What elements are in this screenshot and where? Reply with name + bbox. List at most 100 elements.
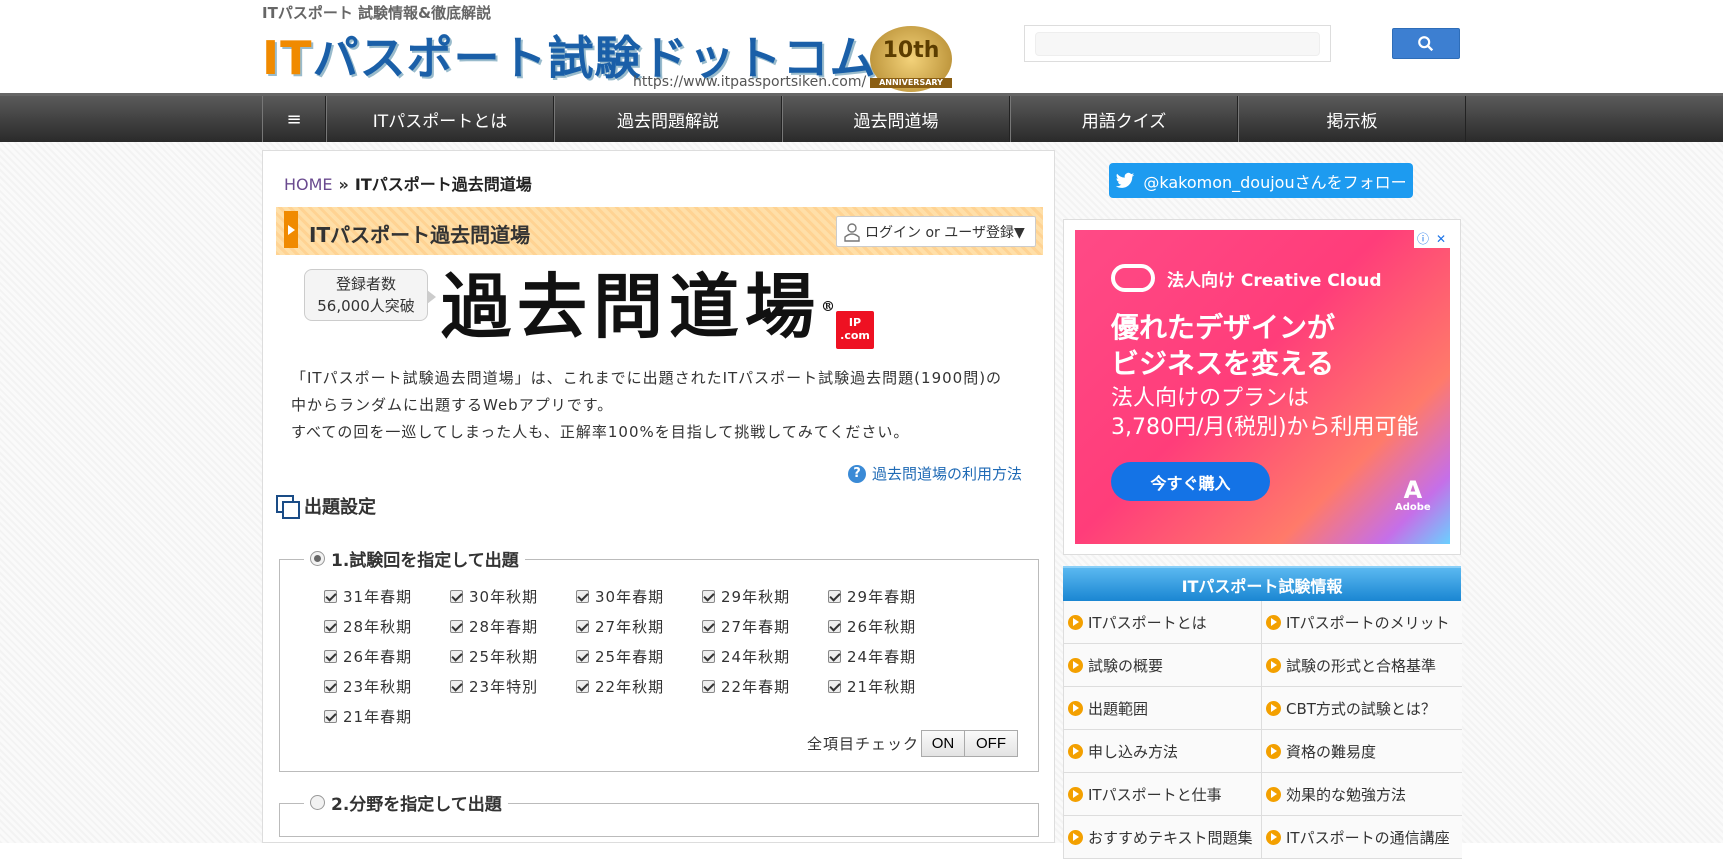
session-checkbox[interactable]: 23年秋期	[324, 676, 450, 697]
checkbox-checked[interactable]	[576, 680, 589, 693]
session-checkbox[interactable]: 27年春期	[702, 616, 828, 637]
arrow-circle-icon	[1068, 786, 1083, 802]
checkbox-checked[interactable]	[576, 650, 589, 663]
field-mode-option[interactable]: 2.分野を指定して出題	[304, 790, 508, 815]
session-label: 30年春期	[595, 588, 665, 606]
ad-buy-button[interactable]: 今すぐ購入	[1111, 462, 1270, 501]
checkbox-checked[interactable]	[324, 620, 337, 633]
check-all-on-button[interactable]: ON	[921, 730, 966, 757]
info-link[interactable]: ITパスポートと仕事	[1064, 773, 1262, 816]
info-link[interactable]: 効果的な勉強方法	[1262, 773, 1462, 816]
checkbox-checked[interactable]	[450, 650, 463, 663]
session-checkbox[interactable]: 23年特別	[450, 676, 576, 697]
search-button[interactable]	[1392, 28, 1460, 59]
session-checkbox[interactable]: 24年春期	[828, 646, 954, 667]
checkbox-checked[interactable]	[828, 650, 841, 663]
info-link[interactable]: 資格の難易度	[1262, 730, 1462, 773]
checkbox-checked[interactable]	[324, 680, 337, 693]
checkbox-checked[interactable]	[828, 680, 841, 693]
checkbox-checked[interactable]	[702, 620, 715, 633]
checkbox-checked[interactable]	[828, 620, 841, 633]
session-checkbox[interactable]: 22年春期	[702, 676, 828, 697]
session-checkbox[interactable]: 25年秋期	[450, 646, 576, 667]
arrow-circle-icon	[1266, 614, 1281, 630]
ad-close-icon[interactable]: ✕	[1432, 230, 1450, 248]
info-link[interactable]: おすすめテキスト問題集	[1064, 816, 1262, 859]
twitter-follow-button[interactable]: @kakomon_doujouさんをフォロー	[1109, 163, 1413, 198]
checkbox-checked[interactable]	[702, 680, 715, 693]
nav-item-board[interactable]: 掲示板	[1238, 96, 1466, 142]
session-checkbox[interactable]: 21年秋期	[828, 676, 954, 697]
ad-info-icon[interactable]: ⓘ	[1414, 230, 1432, 248]
session-checkbox[interactable]: 30年春期	[576, 586, 702, 607]
checkbox-checked[interactable]	[576, 620, 589, 633]
info-link-label: 試験の形式と合格基準	[1286, 656, 1437, 675]
howto-link[interactable]: ? 過去問道場の利用方法	[848, 463, 1022, 484]
field-mode-radio[interactable]	[310, 795, 325, 810]
adobe-a-icon: A	[1403, 476, 1423, 504]
checkbox-checked[interactable]	[450, 590, 463, 603]
session-checkbox[interactable]: 22年秋期	[576, 676, 702, 697]
menu-icon[interactable]: ≡	[262, 96, 326, 142]
session-checkbox[interactable]: 31年春期	[324, 586, 450, 607]
breadcrumb-separator: »	[338, 175, 349, 194]
session-checkbox[interactable]: 25年春期	[576, 646, 702, 667]
breadcrumb-home[interactable]: HOME	[284, 175, 333, 194]
nav-item-quiz[interactable]: 用語クイズ	[1010, 96, 1238, 142]
checkbox-checked[interactable]	[576, 590, 589, 603]
checkbox-checked[interactable]	[702, 650, 715, 663]
info-link-grid: ITパスポートとは ITパスポートのメリット 試験の概要 試験の形式と合格基準 …	[1063, 601, 1462, 859]
session-checkbox[interactable]: 21年春期	[324, 706, 450, 727]
info-link[interactable]: ITパスポートの通信講座	[1262, 816, 1462, 859]
session-checkbox[interactable]: 26年秋期	[828, 616, 954, 637]
session-checkbox[interactable]: 30年秋期	[450, 586, 576, 607]
search-icon	[1418, 35, 1434, 51]
session-checkbox[interactable]: 24年秋期	[702, 646, 828, 667]
arrow-circle-icon	[1266, 657, 1281, 673]
session-checkbox[interactable]: 28年秋期	[324, 616, 450, 637]
checkbox-checked[interactable]	[828, 590, 841, 603]
checkbox-checked[interactable]	[450, 680, 463, 693]
search-input[interactable]	[1035, 32, 1320, 56]
info-link[interactable]: 申し込み方法	[1064, 730, 1262, 773]
session-checkbox[interactable]: 29年春期	[828, 586, 954, 607]
checkbox-checked[interactable]	[324, 650, 337, 663]
nav-item-dojo[interactable]: 過去問道場	[782, 96, 1010, 142]
session-mode-radio[interactable]	[310, 551, 325, 566]
session-checkbox[interactable]: 28年春期	[450, 616, 576, 637]
login-button[interactable]: ログイン or ユーザ登録▼	[836, 216, 1036, 247]
session-checkbox[interactable]: 26年春期	[324, 646, 450, 667]
nav-bar: ≡ ITパスポートとは 過去問題解説 過去問道場 用語クイズ 掲示板	[0, 96, 1723, 142]
session-label: 26年秋期	[847, 618, 917, 636]
session-mode-option[interactable]: 1.試験回を指定して出題	[304, 546, 525, 571]
stamp-text-2: .com	[840, 329, 870, 342]
checkbox-checked[interactable]	[324, 590, 337, 603]
nav-item-past-explanations[interactable]: 過去問題解説	[554, 96, 782, 142]
logo-url: https://www.itpassportsiken.com/	[633, 74, 867, 90]
info-link[interactable]: 試験の概要	[1064, 644, 1262, 687]
creative-cloud-ad[interactable]: ⓘ ✕ 法人向け Creative Cloud 優れたデザインが ビジネスを変える …	[1075, 230, 1450, 544]
session-checkbox[interactable]: 27年秋期	[576, 616, 702, 637]
nav-item-about[interactable]: ITパスポートとは	[326, 96, 554, 142]
info-link-label: ITパスポートとは	[1088, 613, 1207, 632]
checkbox-checked[interactable]	[702, 590, 715, 603]
arrow-circle-icon	[1068, 700, 1083, 716]
arrow-circle-icon	[1068, 829, 1083, 845]
settings-title: 出題設定	[304, 497, 376, 518]
info-link[interactable]: 出題範囲	[1064, 687, 1262, 730]
info-link[interactable]: ITパスポートとは	[1064, 601, 1262, 644]
session-label: 24年秋期	[721, 648, 791, 666]
info-link[interactable]: ITパスポートのメリット	[1262, 601, 1462, 644]
stamp-text-1: IP	[848, 316, 862, 329]
ad-controls: ⓘ ✕	[1414, 230, 1450, 248]
info-link[interactable]: CBT方式の試験とは？	[1262, 687, 1462, 730]
checkbox-checked[interactable]	[450, 620, 463, 633]
info-link-label: ITパスポートの通信講座	[1286, 828, 1450, 847]
check-all-off-button[interactable]: OFF	[964, 730, 1019, 757]
session-checkbox[interactable]: 29年秋期	[702, 586, 828, 607]
twitter-bird-icon	[1116, 172, 1135, 188]
arrow-circle-icon	[1068, 657, 1083, 673]
info-section-title: ITパスポート試験情報	[1063, 566, 1461, 601]
info-link[interactable]: 試験の形式と合格基準	[1262, 644, 1462, 687]
checkbox-checked[interactable]	[324, 710, 337, 723]
